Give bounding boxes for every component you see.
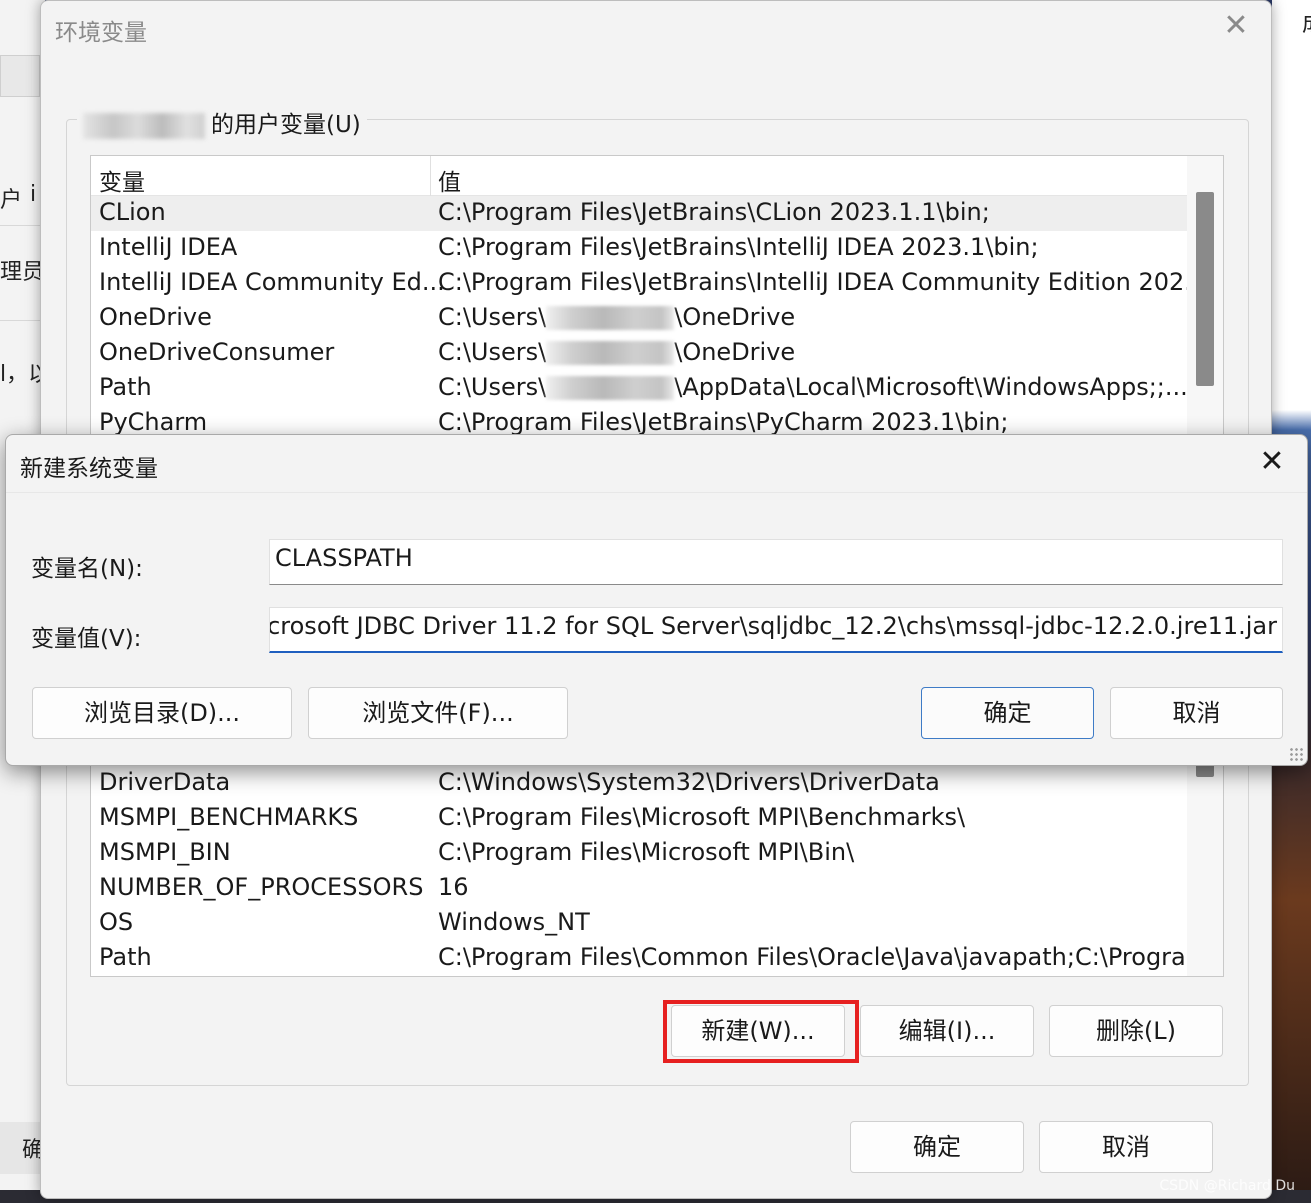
background-text-fragment: 户 bbox=[0, 188, 23, 213]
resize-grip-icon[interactable] bbox=[1289, 747, 1303, 761]
list-row[interactable]: MSMPI_BIN C:\Program Files\Microsoft MPI… bbox=[91, 836, 1189, 871]
variable-value: C:\Program Files\JetBrains\PyCharm 2023.… bbox=[438, 408, 1009, 436]
browse-file-button[interactable]: 浏览文件(F)... bbox=[308, 687, 568, 739]
variable-name: Path bbox=[99, 373, 152, 401]
variable-value: Windows_NT bbox=[438, 908, 590, 936]
variable-value: C:\Program Files\Microsoft MPI\Benchmark… bbox=[438, 803, 966, 831]
close-icon[interactable]: ✕ bbox=[1219, 9, 1253, 43]
variable-value: C:\Program Files\Common Files\Oracle\Jav… bbox=[438, 943, 1209, 971]
variable-value-field[interactable]: s\Microsoft JDBC Driver 11.2 for SQL Ser… bbox=[269, 607, 1283, 653]
column-header-variable[interactable]: 变量 bbox=[99, 163, 145, 197]
window-title: 环境变量 bbox=[55, 20, 147, 46]
dialog-ok-button[interactable]: 确定 bbox=[921, 687, 1094, 739]
dialog-title: 新建系统变量 bbox=[20, 456, 158, 482]
list-row[interactable]: MSMPI_BENCHMARKS C:\Program Files\Micros… bbox=[91, 801, 1189, 836]
list-row[interactable]: IntelliJ IDEA Community Ed... C:\Program… bbox=[91, 266, 1207, 301]
variable-name: OS bbox=[99, 908, 134, 936]
variable-value-text: s\Microsoft JDBC Driver 11.2 for SQL Ser… bbox=[269, 612, 1277, 640]
variable-name: Path bbox=[99, 943, 152, 971]
background-button: 确 bbox=[0, 1122, 45, 1174]
background-divider bbox=[0, 320, 40, 321]
list-row[interactable]: DriverData C:\Windows\System32\Drivers\D… bbox=[91, 766, 1189, 801]
variable-value: 16 bbox=[438, 873, 469, 901]
list-row[interactable]: OS Windows_NT bbox=[91, 906, 1189, 941]
variable-value: C:\Program Files\JetBrains\CLion 2023.1.… bbox=[438, 198, 990, 226]
variable-name-label: 变量名(N): bbox=[31, 556, 143, 582]
list-row[interactable]: CLion C:\Program Files\JetBrains\CLion 2… bbox=[91, 196, 1189, 231]
list-row[interactable]: Path C:\Program Files\Common Files\Oracl… bbox=[91, 941, 1209, 976]
variable-value: C:\Program Files\Microsoft MPI\Bin\ bbox=[438, 838, 855, 866]
variable-name: OneDrive bbox=[99, 303, 212, 331]
variable-name: IntelliJ IDEA Community Ed... bbox=[99, 268, 445, 296]
list-row[interactable]: OneDriveConsumer C:\Users\ \OneDrive bbox=[91, 336, 1189, 371]
column-divider[interactable] bbox=[430, 156, 431, 196]
delete-variable-button[interactable]: 删除(L) bbox=[1049, 1005, 1223, 1057]
background-text-fragment: 理员 bbox=[0, 260, 45, 285]
variable-name: NUMBER_OF_PROCESSORS bbox=[99, 873, 424, 901]
background-thumbnail bbox=[0, 55, 40, 97]
watermark: CSDN @Richard Du bbox=[1159, 1178, 1295, 1194]
value-suffix: \OneDrive bbox=[674, 338, 796, 366]
scrollbar-thumb[interactable] bbox=[1196, 192, 1214, 386]
value-prefix: C:\Users\ bbox=[438, 373, 547, 401]
variable-value: C:\Users\ \OneDrive bbox=[438, 338, 795, 366]
background-text-fragment: i bbox=[30, 182, 37, 207]
vertical-scrollbar[interactable] bbox=[1187, 763, 1223, 976]
close-icon[interactable]: ✕ bbox=[1255, 445, 1289, 479]
edit-variable-button[interactable]: 编辑(I)... bbox=[860, 1005, 1034, 1057]
variable-name-field[interactable]: CLASSPATH bbox=[269, 539, 1283, 585]
variable-name: DriverData bbox=[99, 768, 231, 796]
variable-value: C:\Program Files\JetBrains\IntelliJ IDEA… bbox=[438, 233, 1039, 261]
user-variables-list[interactable]: 变量 值 CLion C:\Program Files\JetBrains\CL… bbox=[90, 155, 1224, 440]
variable-name: PyCharm bbox=[99, 408, 208, 436]
list-row[interactable]: IntelliJ IDEA C:\Program Files\JetBrains… bbox=[91, 231, 1189, 266]
variable-value: C:\Windows\System32\Drivers\DriverData bbox=[438, 768, 940, 796]
value-suffix: \AppData\Local\Microsoft\WindowsApps;;..… bbox=[674, 373, 1188, 401]
cancel-button[interactable]: 取消 bbox=[1039, 1121, 1213, 1173]
background-divider bbox=[0, 225, 40, 226]
value-suffix: \OneDrive bbox=[674, 303, 796, 331]
variable-value: C:\Program Files\JetBrains\IntelliJ IDEA… bbox=[438, 268, 1208, 296]
list-row[interactable]: Path C:\Users\ \AppData\Local\Microsoft\W… bbox=[91, 371, 1189, 406]
value-prefix: C:\Users\ bbox=[438, 338, 547, 366]
redacted-username bbox=[546, 341, 675, 365]
dialog-cancel-button[interactable]: 取消 bbox=[1110, 687, 1283, 739]
column-header-value[interactable]: 值 bbox=[438, 163, 461, 197]
user-variables-label: 的用户变量(U) bbox=[77, 105, 367, 139]
system-variables-list[interactable]: DriverData C:\Windows\System32\Drivers\D… bbox=[90, 763, 1224, 977]
redacted-username bbox=[83, 112, 205, 139]
variable-value-label: 变量值(V): bbox=[31, 626, 142, 652]
new-system-variable-dialog: 新建系统变量 ✕ 变量名(N): CLASSPATH 变量值(V): s\Mic… bbox=[5, 434, 1308, 766]
redacted-username bbox=[546, 376, 675, 400]
variable-name-value: CLASSPATH bbox=[275, 544, 413, 572]
list-header: 变量 值 bbox=[91, 156, 1189, 196]
vertical-scrollbar[interactable] bbox=[1187, 156, 1223, 439]
value-prefix: C:\Users\ bbox=[438, 303, 547, 331]
redacted-username bbox=[546, 306, 675, 330]
variable-name: IntelliJ IDEA bbox=[99, 233, 238, 261]
variable-name: MSMPI_BENCHMARKS bbox=[99, 803, 359, 831]
variable-name: OneDriveConsumer bbox=[99, 338, 335, 366]
ok-button[interactable]: 确定 bbox=[850, 1121, 1024, 1173]
user-variables-label-text: 的用户变量(U) bbox=[211, 112, 361, 138]
annotation-highlight-box bbox=[663, 1000, 859, 1063]
list-row[interactable]: NUMBER_OF_PROCESSORS 16 bbox=[91, 871, 1189, 906]
list-row[interactable]: OneDrive C:\Users\ \OneDrive bbox=[91, 301, 1189, 336]
title-divider bbox=[6, 492, 1307, 493]
browse-directory-button[interactable]: 浏览目录(D)... bbox=[32, 687, 292, 739]
variable-name: CLion bbox=[99, 198, 166, 226]
variable-value: C:\Users\ \AppData\Local\Microsoft\Window… bbox=[438, 373, 1188, 401]
background-text-fragment: 成 bbox=[1302, 6, 1311, 38]
variable-value: C:\Users\ \OneDrive bbox=[438, 303, 795, 331]
variable-name: MSMPI_BIN bbox=[99, 838, 231, 866]
